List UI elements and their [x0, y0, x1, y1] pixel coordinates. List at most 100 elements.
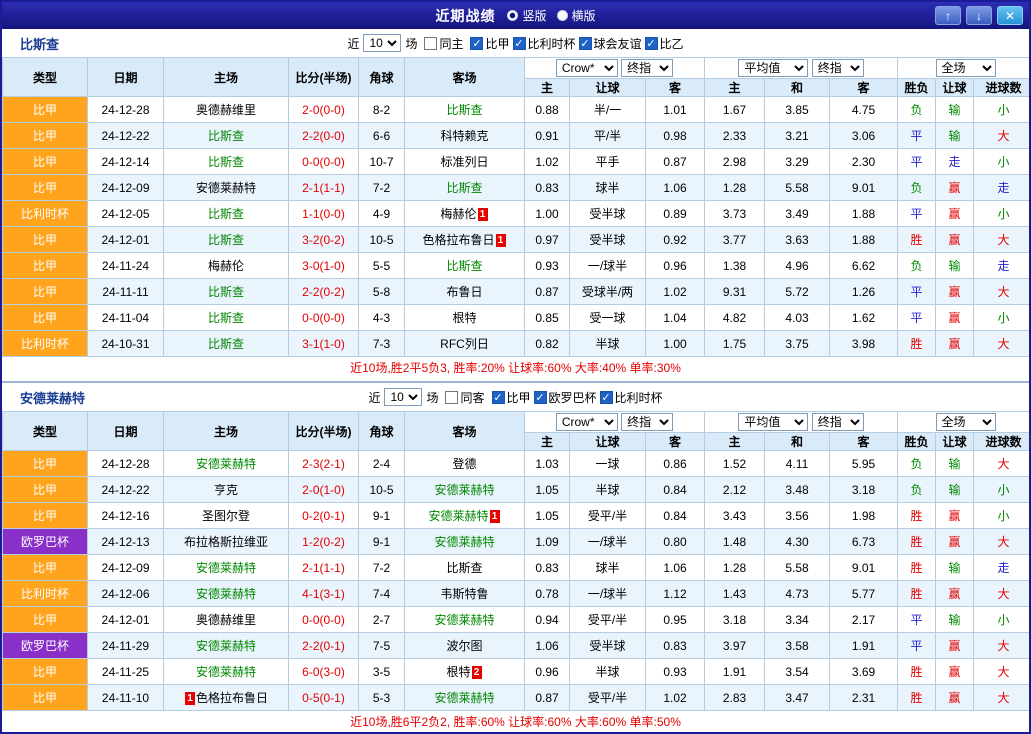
- checkbox-icon[interactable]: ✓: [513, 37, 526, 50]
- result-cell: 胜: [898, 555, 936, 581]
- move-up-button[interactable]: ↑: [935, 6, 961, 25]
- league-type-cell: 比利时杯: [3, 581, 88, 607]
- odds-period-select[interactable]: 终指: [621, 413, 673, 431]
- corner-cell: 8-2: [359, 97, 405, 123]
- red-card-badge: 1: [490, 510, 500, 523]
- corner-cell: 7-4: [359, 581, 405, 607]
- league-type-cell: 欧罗巴杯: [3, 633, 88, 659]
- league-filter-checkbox[interactable]: ✓球会友谊: [579, 35, 642, 52]
- euro-draw-odds-cell: 4.96: [765, 253, 830, 279]
- match-row: 比甲24-12-09安德莱赫特2-1(1-1)7-2比斯查0.83球半1.061…: [3, 175, 1031, 201]
- euro-draw-odds-cell: 3.85: [765, 97, 830, 123]
- asia-home-odds-cell: 0.97: [525, 227, 570, 253]
- euro-draw-odds-cell: 3.54: [765, 659, 830, 685]
- col-header-handicap-result: 让球: [936, 79, 974, 97]
- scope-select[interactable]: 全场: [936, 413, 996, 431]
- col-header-euro-draw: 和: [765, 79, 830, 97]
- match-row: 比甲24-12-09安德莱赫特2-1(1-1)7-2比斯查0.83球半1.061…: [3, 555, 1031, 581]
- team-name: 安德莱赫特: [196, 561, 256, 575]
- team-name: 色格拉布鲁日: [422, 233, 494, 247]
- record-summary: 近10场,胜6平2负2, 胜率:60% 让球率:60% 大率:60% 单率:50…: [2, 711, 1029, 734]
- away-team-cell: 比斯查: [405, 175, 525, 201]
- match-date-cell: 24-12-22: [88, 123, 164, 149]
- euro-home-odds-cell: 3.97: [705, 633, 765, 659]
- checkbox-icon[interactable]: [445, 391, 458, 404]
- team-name: 安德莱赫特: [196, 457, 256, 471]
- euro-away-odds-cell: 3.69: [830, 659, 898, 685]
- checkbox-icon[interactable]: ✓: [534, 391, 547, 404]
- score-cell: 0-0(0-0): [289, 305, 359, 331]
- corner-cell: 2-4: [359, 451, 405, 477]
- team-name: 韦斯特鲁: [440, 587, 488, 601]
- odds-period-select[interactable]: 终指: [621, 59, 673, 77]
- handicap-result-cell: 赢: [936, 227, 974, 253]
- match-count-select[interactable]: 10: [384, 388, 422, 406]
- odds-company-select[interactable]: Crow*: [556, 413, 618, 431]
- league-type-cell: 比甲: [3, 607, 88, 633]
- team-name: 亨克: [214, 483, 238, 497]
- odds-company-select[interactable]: Crow*: [556, 59, 618, 77]
- league-filter-checkbox[interactable]: ✓欧罗巴杯: [534, 389, 597, 406]
- result-cell: 平: [898, 123, 936, 149]
- matches-table: 类型 日期 主场 比分(半场) 角球 客场 Crow* 终指 平均值 终指: [2, 411, 1031, 711]
- layout-radio-selected[interactable]: 竖版: [507, 7, 546, 24]
- goals-result-cell: 大: [974, 529, 1031, 555]
- league-filter-label: 比甲: [485, 35, 509, 52]
- match-row: 比甲24-11-11比斯查2-2(0-2)5-8布鲁日0.87受球半/两1.02…: [3, 279, 1031, 305]
- checkbox-icon[interactable]: ✓: [579, 37, 592, 50]
- scope-select-cell: 全场: [898, 58, 1031, 79]
- team-name: 比斯查: [446, 561, 482, 575]
- checkbox-icon[interactable]: ✓: [600, 391, 613, 404]
- euro-away-odds-cell: 4.75: [830, 97, 898, 123]
- radio-icon[interactable]: [507, 10, 518, 21]
- move-down-button[interactable]: ↓: [966, 6, 992, 25]
- handicap-result-cell: 输: [936, 97, 974, 123]
- match-count-select[interactable]: 10: [363, 34, 401, 52]
- col-header-score: 比分(半场): [289, 412, 359, 451]
- league-filter-checkbox[interactable]: ✓比利时杯: [513, 35, 576, 52]
- asia-home-odds-cell: 0.83: [525, 555, 570, 581]
- euro-average-select[interactable]: 平均值: [738, 413, 808, 431]
- match-row: 比甲24-12-14比斯查0-0(0-0)10-7标准列日1.02平手0.872…: [3, 149, 1031, 175]
- euro-away-odds-cell: 1.91: [830, 633, 898, 659]
- asia-away-odds-cell: 0.96: [646, 253, 705, 279]
- league-filter-checkbox[interactable]: ✓比甲: [492, 389, 531, 406]
- league-type-cell: 欧罗巴杯: [3, 529, 88, 555]
- league-filter-checkbox[interactable]: ✓比甲: [470, 35, 509, 52]
- goals-result-cell: 小: [974, 305, 1031, 331]
- home-team-cell: 安德莱赫特: [164, 633, 289, 659]
- col-header-corner: 角球: [359, 412, 405, 451]
- euro-home-odds-cell: 1.52: [705, 451, 765, 477]
- league-filter-checkbox[interactable]: ✓比乙: [645, 35, 684, 52]
- euro-draw-odds-cell: 4.03: [765, 305, 830, 331]
- same-venue-filter[interactable]: 同主: [424, 35, 463, 52]
- league-filter-label: 欧罗巴杯: [549, 389, 597, 406]
- euro-period-select[interactable]: 终指: [812, 59, 864, 77]
- league-type-cell: 比甲: [3, 253, 88, 279]
- team-name: 比斯查: [208, 155, 244, 169]
- league-type-cell: 比甲: [3, 149, 88, 175]
- checkbox-icon[interactable]: ✓: [470, 37, 483, 50]
- checkbox-icon[interactable]: [424, 37, 437, 50]
- near-label: 近: [368, 389, 380, 406]
- euro-away-odds-cell: 1.98: [830, 503, 898, 529]
- layout-radio-option[interactable]: 横版: [557, 7, 596, 24]
- euro-period-select[interactable]: 终指: [812, 413, 864, 431]
- asia-home-odds-cell: 1.09: [525, 529, 570, 555]
- radio-icon[interactable]: [557, 10, 568, 21]
- checkbox-icon[interactable]: ✓: [645, 37, 658, 50]
- col-header-home: 主场: [164, 412, 289, 451]
- same-venue-filter[interactable]: 同客: [445, 389, 484, 406]
- checkbox-icon[interactable]: ✓: [492, 391, 505, 404]
- games-unit-label: 场: [426, 389, 438, 406]
- scope-select[interactable]: 全场: [936, 59, 996, 77]
- league-filter-checkbox[interactable]: ✓比利时杯: [600, 389, 663, 406]
- euro-average-select[interactable]: 平均值: [738, 59, 808, 77]
- asia-away-odds-cell: 0.92: [646, 227, 705, 253]
- asia-home-odds-cell: 0.83: [525, 175, 570, 201]
- asia-home-odds-cell: 1.05: [525, 503, 570, 529]
- goals-result-cell: 小: [974, 149, 1031, 175]
- close-button[interactable]: ✕: [997, 6, 1023, 25]
- match-date-cell: 24-12-01: [88, 227, 164, 253]
- score-cell: 2-1(1-1): [289, 555, 359, 581]
